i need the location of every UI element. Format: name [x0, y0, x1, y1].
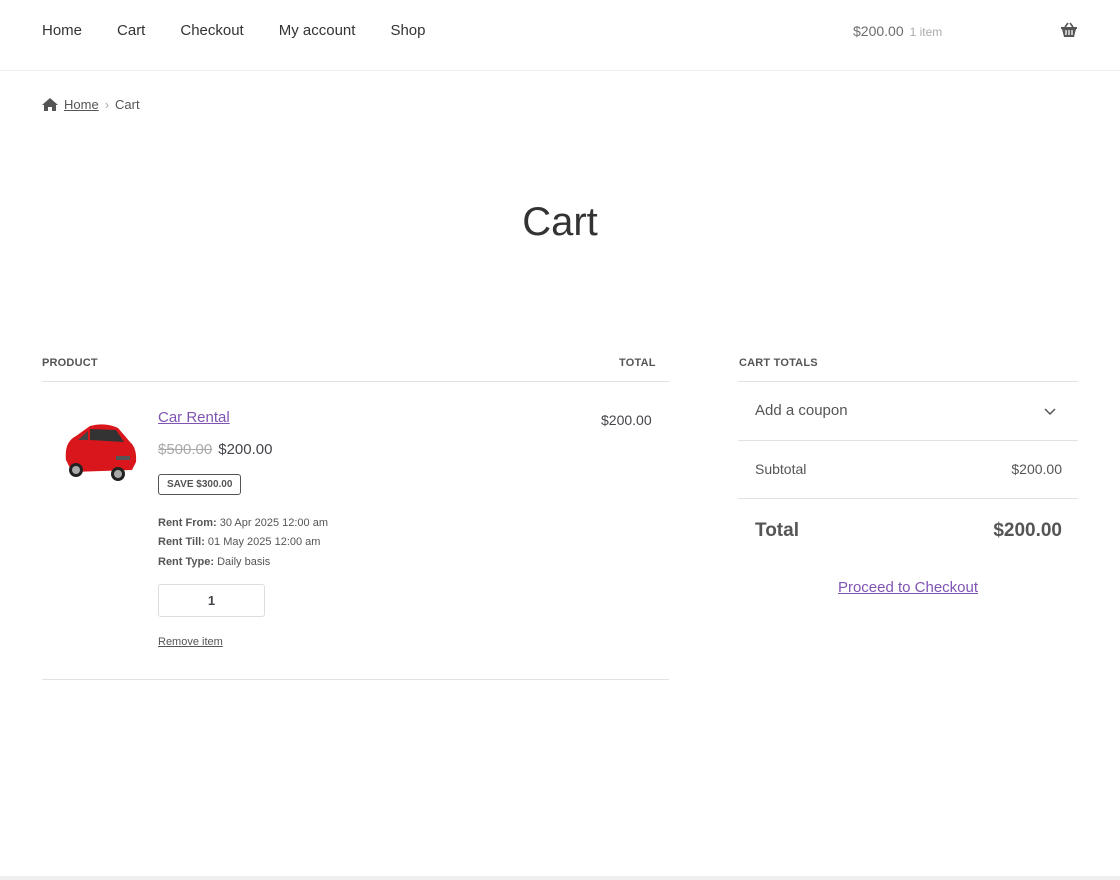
nav-my-account[interactable]: My account — [279, 22, 356, 39]
meta-label: Rent From: — [158, 517, 217, 529]
breadcrumb-separator: › — [105, 97, 109, 112]
meta-label: Rent Type: — [158, 556, 214, 568]
add-coupon-toggle[interactable]: Add a coupon — [755, 402, 848, 419]
regular-price: $500.00 — [158, 441, 212, 458]
rent-till: Rent Till: 01 May 2025 12:00 am — [158, 536, 320, 548]
divider — [738, 381, 1078, 382]
divider — [738, 440, 1078, 441]
nav-cart[interactable]: Cart — [117, 22, 145, 39]
save-badge: SAVE $300.00 — [158, 474, 241, 495]
breadcrumb-home[interactable]: Home — [64, 97, 99, 112]
page-title: Cart — [0, 200, 1120, 245]
nav-home[interactable]: Home — [42, 22, 82, 39]
quantity-input[interactable]: 1 — [158, 584, 265, 617]
total-header: TOTAL — [619, 357, 656, 369]
product-price: $500.00 $200.00 — [158, 441, 272, 458]
line-total: $200.00 — [601, 412, 652, 428]
meta-value: 30 Apr 2025 12:00 am — [220, 517, 328, 529]
divider — [738, 498, 1078, 499]
home-icon — [42, 98, 58, 111]
product-header: PRODUCT — [42, 357, 98, 369]
rent-type: Rent Type: Daily basis — [158, 556, 270, 568]
mini-cart[interactable]: $200.00 1 item — [853, 23, 942, 39]
meta-label: Rent Till: — [158, 536, 205, 548]
proceed-to-checkout-link[interactable]: Proceed to Checkout — [738, 579, 1078, 596]
product-name-link[interactable]: Car Rental — [158, 409, 230, 426]
site-header: Home Cart Checkout My account Shop $200.… — [0, 0, 1120, 71]
primary-nav: Home Cart Checkout My account Shop — [42, 22, 425, 39]
divider — [42, 679, 669, 680]
footer-edge — [0, 876, 1120, 880]
basket-icon[interactable] — [1060, 22, 1078, 38]
mini-cart-count: 1 item — [910, 25, 943, 39]
nav-checkout[interactable]: Checkout — [180, 22, 243, 39]
meta-value: 01 May 2025 12:00 am — [208, 536, 321, 548]
sale-price: $200.00 — [218, 441, 272, 458]
cart-totals-heading: CART TOTALS — [739, 357, 818, 369]
breadcrumb-current: Cart — [115, 97, 140, 112]
total-label: Total — [755, 520, 799, 542]
mini-cart-amount: $200.00 — [853, 23, 904, 39]
subtotal-value: $200.00 — [1011, 461, 1062, 477]
meta-value: Daily basis — [217, 556, 270, 568]
subtotal-label: Subtotal — [755, 461, 806, 477]
nav-shop[interactable]: Shop — [390, 22, 425, 39]
chevron-down-icon[interactable] — [1044, 408, 1056, 416]
car-thumbnail[interactable] — [60, 412, 140, 484]
breadcrumb: Home › Cart — [42, 97, 140, 112]
total-value: $200.00 — [993, 520, 1062, 542]
remove-item-link[interactable]: Remove item — [158, 636, 223, 648]
rent-from: Rent From: 30 Apr 2025 12:00 am — [158, 517, 328, 529]
divider — [42, 381, 669, 382]
